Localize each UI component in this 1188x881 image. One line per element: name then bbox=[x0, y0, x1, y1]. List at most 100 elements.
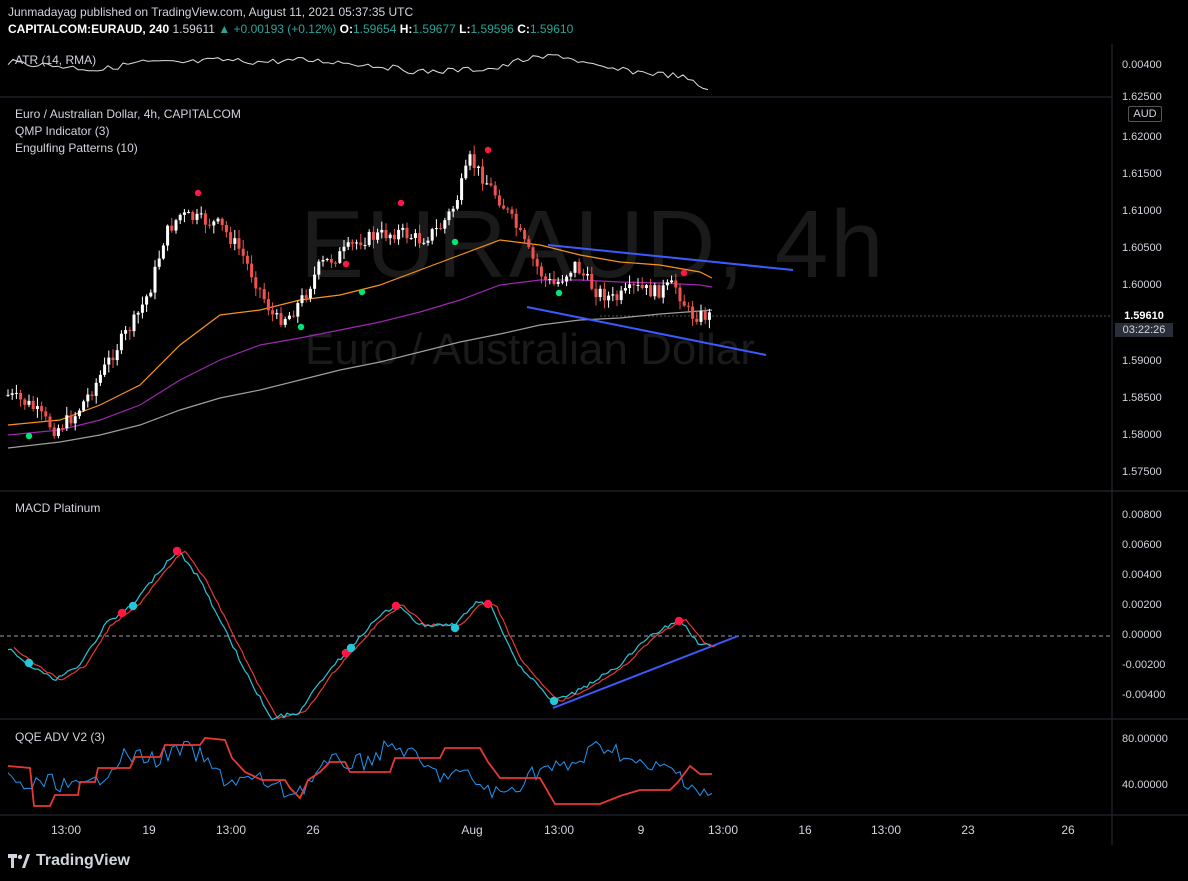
candle-body bbox=[187, 212, 191, 214]
candle-body bbox=[250, 263, 254, 278]
signal-dot bbox=[342, 260, 350, 268]
candle-body bbox=[691, 306, 695, 319]
macd-signal-dot bbox=[391, 601, 401, 611]
candle-body bbox=[27, 400, 31, 405]
candle-body bbox=[384, 229, 388, 239]
macd-signal-dot bbox=[450, 623, 460, 633]
support-trendline bbox=[526, 306, 767, 356]
candle-body bbox=[182, 212, 186, 215]
candle-body bbox=[518, 227, 522, 231]
candle-body bbox=[199, 213, 203, 215]
candle-body bbox=[523, 230, 527, 240]
macd-tick: -0.00400 bbox=[1122, 689, 1166, 701]
candle-body bbox=[577, 261, 581, 274]
candle-body bbox=[292, 315, 296, 317]
macd-signal-line bbox=[13, 550, 717, 720]
candle-body bbox=[476, 166, 480, 168]
chart-canvas[interactable] bbox=[0, 0, 1188, 881]
candle-body bbox=[371, 231, 375, 240]
candle-body bbox=[275, 313, 279, 315]
engulfing-label[interactable]: Engulfing Patterns (10) bbox=[15, 141, 138, 155]
atr-label[interactable]: ATR (14, RMA) bbox=[15, 53, 96, 67]
signal-dot bbox=[397, 199, 405, 207]
ema-mid-line bbox=[7, 279, 713, 436]
candle-body bbox=[73, 416, 77, 424]
time-tick: 13:00 bbox=[543, 823, 575, 837]
candle-body bbox=[136, 312, 140, 315]
signal-dot bbox=[194, 189, 202, 197]
price-tick: 1.58000 bbox=[1122, 429, 1162, 441]
brand-name: TradingView bbox=[36, 852, 130, 869]
candle-body bbox=[254, 277, 258, 289]
candle-body bbox=[65, 415, 69, 429]
candle-body bbox=[363, 244, 367, 246]
qqe-label[interactable]: QQE ADV V2 (3) bbox=[15, 730, 105, 744]
candle-body bbox=[686, 305, 690, 307]
candle-body bbox=[283, 319, 287, 325]
qmp-indicator-label[interactable]: QMP Indicator (3) bbox=[15, 124, 109, 138]
price-tick: 1.60500 bbox=[1122, 242, 1162, 254]
candle-body bbox=[115, 350, 119, 361]
candle-body bbox=[48, 416, 52, 428]
candle-body bbox=[157, 258, 161, 267]
candle-body bbox=[98, 374, 102, 383]
candle-body bbox=[405, 227, 409, 239]
candle-body bbox=[334, 262, 338, 264]
candle-body bbox=[355, 242, 359, 244]
candle-body bbox=[598, 288, 602, 298]
candle-body bbox=[69, 415, 73, 424]
candle-body bbox=[644, 285, 648, 288]
candle-body bbox=[510, 209, 514, 214]
candle-body bbox=[569, 272, 573, 277]
qqe-slow-line bbox=[7, 737, 712, 807]
qqe-fast-line bbox=[7, 739, 713, 800]
candle-body bbox=[665, 282, 669, 286]
candle-body bbox=[443, 220, 447, 229]
candle-body bbox=[455, 200, 459, 209]
candle-body bbox=[44, 411, 48, 417]
candle-body bbox=[61, 428, 65, 430]
candle-body bbox=[468, 154, 472, 166]
candle-body bbox=[565, 276, 569, 282]
candle-body bbox=[287, 315, 291, 320]
macd-tick: 0.00600 bbox=[1122, 539, 1162, 551]
ema-fast-line bbox=[7, 239, 713, 426]
macd-label[interactable]: MACD Platinum bbox=[15, 501, 100, 515]
macd-main-line bbox=[7, 549, 711, 721]
candle-body bbox=[544, 276, 548, 280]
macd-signal-dot bbox=[24, 658, 34, 668]
qqe-tick: 40.00000 bbox=[1122, 779, 1168, 791]
candle-body bbox=[552, 278, 556, 284]
candle-body bbox=[161, 245, 165, 259]
candle-body bbox=[166, 225, 170, 246]
tradingview-logo[interactable]: TradingView bbox=[8, 852, 130, 870]
candle-body bbox=[653, 285, 657, 297]
candle-body bbox=[279, 313, 283, 325]
candle-body bbox=[23, 399, 27, 405]
time-tick: 19 bbox=[142, 823, 156, 837]
time-tick: 26 bbox=[306, 823, 320, 837]
candle-body bbox=[262, 289, 266, 300]
currency-label[interactable]: AUD bbox=[1128, 106, 1162, 122]
price-tick: 1.58500 bbox=[1122, 392, 1162, 404]
candle-body bbox=[367, 231, 371, 245]
qqe-tick: 80.00000 bbox=[1122, 733, 1168, 745]
candle-body bbox=[124, 330, 128, 334]
candle-body bbox=[86, 394, 90, 402]
candle-body bbox=[439, 228, 443, 230]
main-pane-title[interactable]: Euro / Australian Dollar, 4h, CAPITALCOM bbox=[15, 107, 241, 121]
macd-tick: -0.00200 bbox=[1122, 659, 1166, 671]
candle-body bbox=[623, 288, 627, 291]
signal-dot bbox=[25, 432, 33, 440]
candle-body bbox=[359, 242, 363, 246]
candle-body bbox=[90, 394, 94, 396]
macd-signal-dot bbox=[117, 608, 127, 618]
signal-dots bbox=[25, 146, 688, 440]
time-tick: 13:00 bbox=[50, 823, 82, 837]
candle-body bbox=[329, 259, 333, 263]
atr-line bbox=[7, 53, 709, 91]
candle-body bbox=[174, 220, 178, 231]
price-tick: 1.61000 bbox=[1122, 205, 1162, 217]
candle-body bbox=[266, 299, 270, 311]
candle-body bbox=[203, 213, 207, 225]
